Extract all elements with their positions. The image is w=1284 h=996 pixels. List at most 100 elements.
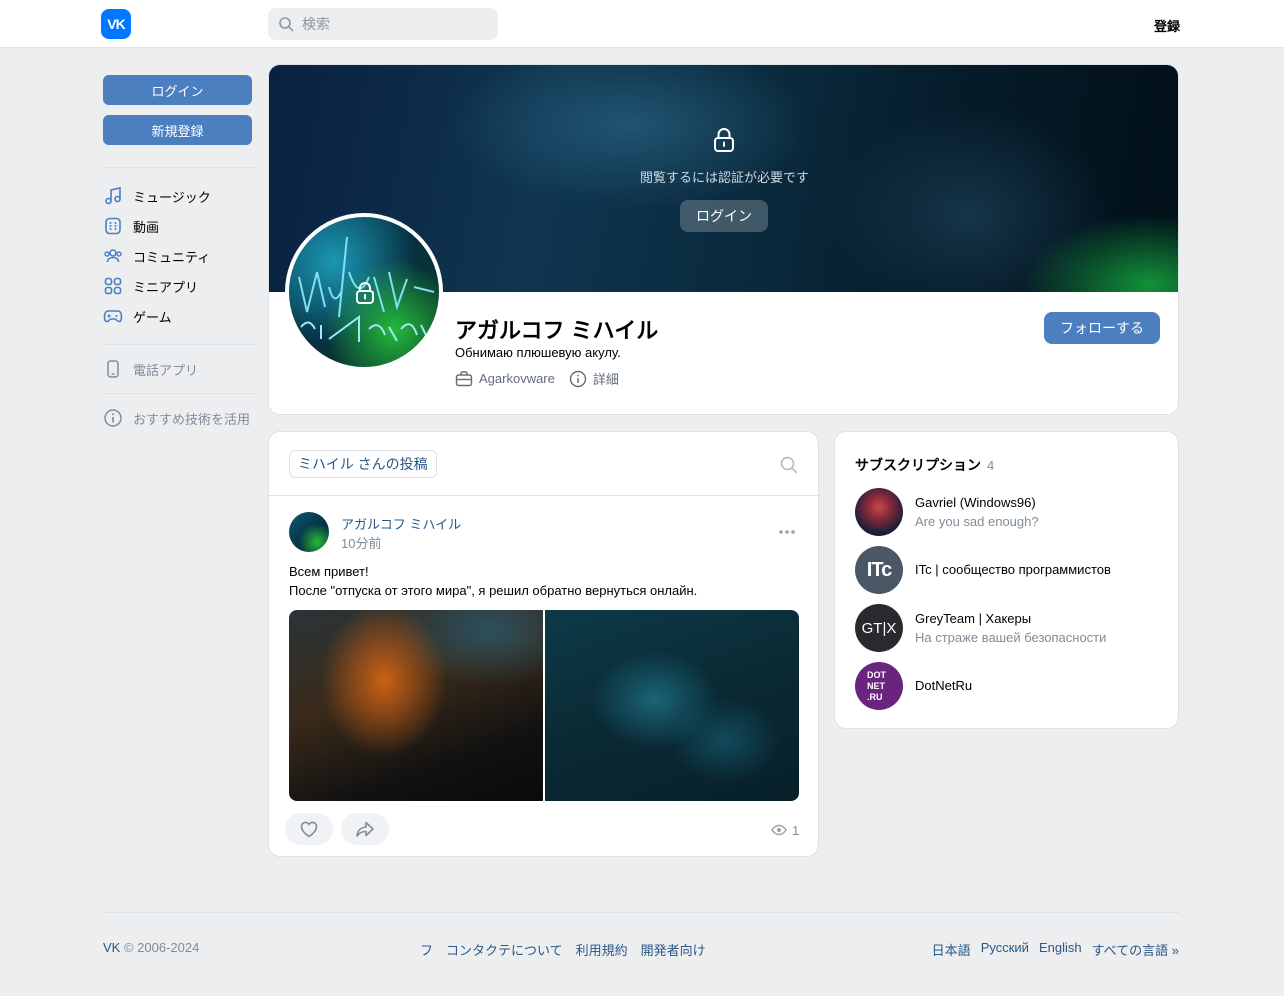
subscription-avatar-text: .RU bbox=[867, 691, 883, 702]
footer-copyright: VK © 2006-2024 bbox=[103, 940, 199, 955]
share-icon bbox=[356, 821, 374, 837]
footer-link[interactable]: コンタクテについて bbox=[446, 940, 563, 959]
sidebar-item-mini-apps[interactable]: ミニアプリ bbox=[103, 273, 258, 299]
subscription-item[interactable]: DOT NET .RU DotNetRu bbox=[855, 662, 1165, 710]
sidebar-item-label: ミニアプリ bbox=[133, 279, 199, 295]
follow-button[interactable]: フォローする bbox=[1044, 312, 1160, 344]
auth-required-text: 閲覧するには認証が必要です bbox=[639, 170, 809, 185]
language-link[interactable]: 日本語 bbox=[932, 940, 971, 959]
post-text-line: После "отпуска от этого мира", я решил о… bbox=[289, 583, 698, 598]
footer-link[interactable]: フ bbox=[420, 940, 433, 959]
login-button[interactable]: ログイン bbox=[103, 75, 252, 105]
work-label: Agarkovware bbox=[479, 371, 555, 386]
sidebar-item-games[interactable]: ゲーム bbox=[103, 303, 258, 329]
footer-link[interactable]: 開発者向け bbox=[641, 940, 706, 959]
subscriptions-card: サブスクリプション 4 Gavriel (Windows96) Are you s… bbox=[834, 431, 1179, 729]
sidebar-item-tech[interactable]: おすすめ技術を活用 bbox=[103, 405, 258, 431]
profile-card: 閲覧するには認証が必要です ログイン アガルコフ ミハイル Обнимаю пл… bbox=[268, 64, 1179, 415]
posts-card: ミハイル さんの投稿 アガルコフ ミハイル 10分前 Всем привет! … bbox=[268, 431, 820, 857]
posts-divider bbox=[269, 495, 820, 496]
heart-icon bbox=[300, 821, 318, 838]
post-author[interactable]: アガルコフ ミハイル bbox=[341, 514, 461, 533]
sidebar-divider bbox=[103, 393, 258, 394]
post-text: Всем привет! После "отпуска от этого мир… bbox=[289, 562, 804, 600]
gamepad-icon bbox=[103, 310, 123, 323]
sidebar-item-label: 動画 bbox=[133, 219, 160, 235]
subscription-avatar-text: DOT bbox=[867, 669, 886, 680]
search-icon bbox=[279, 17, 294, 32]
footer-divider bbox=[103, 912, 1179, 913]
vk-logo[interactable]: VK bbox=[101, 9, 131, 39]
subscription-item[interactable]: GT|X GreyTeam | Хакеры На страже вашей б… bbox=[855, 604, 1165, 652]
footer-copyright-text: © 2006-2024 bbox=[123, 940, 200, 955]
footer-link[interactable]: 利用規約 bbox=[576, 940, 628, 959]
sidebar-divider bbox=[103, 344, 258, 345]
post-image[interactable] bbox=[545, 610, 799, 801]
subscription-desc: На страже вашей безопасности bbox=[915, 630, 1107, 645]
sidebar-divider bbox=[103, 167, 258, 168]
register-link[interactable]: 登録 bbox=[1154, 16, 1180, 35]
views-count: 1 bbox=[792, 822, 800, 838]
subscription-avatar bbox=[855, 488, 903, 536]
subscription-name: DotNetRu bbox=[915, 678, 973, 693]
subscription-name: GreyTeam | Хакеры bbox=[915, 611, 1032, 626]
profile-avatar[interactable] bbox=[285, 213, 443, 371]
profile-name: アガルコフ ミハイル bbox=[455, 318, 659, 343]
language-link[interactable]: すべての言語 » bbox=[1092, 940, 1179, 959]
subscription-avatar: ITc bbox=[855, 546, 903, 594]
subscription-item[interactable]: ITc ITc | сообщество программистов bbox=[855, 546, 1165, 594]
profile-meta: Agarkovware 詳細 bbox=[455, 369, 633, 388]
phone-icon bbox=[107, 360, 119, 378]
sidebar-item-community[interactable]: コミュニティ bbox=[103, 243, 258, 269]
subscription-avatar: DOT NET .RU bbox=[855, 662, 903, 710]
briefcase-icon bbox=[455, 370, 473, 386]
views-counter: 1 bbox=[771, 822, 799, 838]
details-link[interactable]: 詳細 bbox=[569, 369, 619, 388]
subscription-name: ITc | сообщество программистов bbox=[915, 562, 1111, 577]
subscription-name: Gavriel (Windows96) bbox=[915, 495, 1036, 510]
sidebar-item-label: ミュージック bbox=[133, 189, 211, 205]
subscription-item[interactable]: Gavriel (Windows96) Are you sad enough? bbox=[855, 488, 1165, 536]
more-icon[interactable] bbox=[777, 524, 797, 540]
video-icon bbox=[105, 217, 121, 235]
subscription-avatar-text: NET bbox=[867, 680, 885, 691]
footer-brand[interactable]: VK bbox=[103, 940, 120, 955]
subscription-avatar: GT|X bbox=[855, 604, 903, 652]
top-bar: VK 登録 bbox=[0, 0, 1284, 48]
lock-icon bbox=[714, 128, 734, 152]
sidebar-item-video[interactable]: 動画 bbox=[103, 213, 258, 239]
subscriptions-title-text: サブスクリプション bbox=[855, 457, 981, 473]
cover-login-button[interactable]: ログイン bbox=[680, 200, 768, 232]
details-label: 詳細 bbox=[592, 372, 619, 387]
signup-button[interactable]: 新規登録 bbox=[103, 115, 252, 145]
like-button[interactable] bbox=[285, 813, 333, 845]
info-icon bbox=[569, 370, 587, 387]
subscription-avatar-text: GT|X bbox=[861, 619, 897, 637]
subscriptions-count: 4 bbox=[987, 458, 995, 473]
search-box[interactable] bbox=[268, 8, 498, 40]
avatar-lock-icon bbox=[356, 282, 374, 304]
sidebar-item-label: コミュニティ bbox=[133, 249, 211, 265]
sidebar-item-phone-app[interactable]: 電話アプリ bbox=[103, 356, 258, 382]
subscriptions-title[interactable]: サブスクリプション 4 bbox=[855, 455, 994, 475]
search-icon[interactable] bbox=[780, 456, 798, 474]
language-link[interactable]: Русский bbox=[981, 940, 1029, 959]
work-link[interactable]: Agarkovware bbox=[455, 370, 555, 388]
sidebar-item-label: おすすめ技術を活用 bbox=[133, 411, 251, 427]
music-icon bbox=[105, 187, 121, 205]
post-time[interactable]: 10分前 bbox=[341, 533, 381, 552]
post-author-avatar[interactable] bbox=[289, 512, 329, 552]
community-icon bbox=[104, 249, 122, 263]
share-button[interactable] bbox=[341, 813, 389, 845]
post-image[interactable] bbox=[289, 610, 543, 801]
profile-status: Обнимаю плюшевую акулу. bbox=[455, 345, 621, 360]
subscription-desc: Are you sad enough? bbox=[915, 514, 1039, 529]
posts-tab[interactable]: ミハイル さんの投稿 bbox=[289, 450, 437, 478]
search-input[interactable] bbox=[302, 16, 492, 32]
eye-icon bbox=[771, 824, 787, 836]
language-link[interactable]: English bbox=[1039, 940, 1082, 959]
footer-languages: 日本語 Русский English すべての言語 » bbox=[922, 940, 1179, 959]
subscription-avatar-text: ITc bbox=[866, 558, 892, 581]
sidebar-item-label: 電話アプリ bbox=[133, 362, 199, 378]
sidebar-item-music[interactable]: ミュージック bbox=[103, 183, 258, 209]
